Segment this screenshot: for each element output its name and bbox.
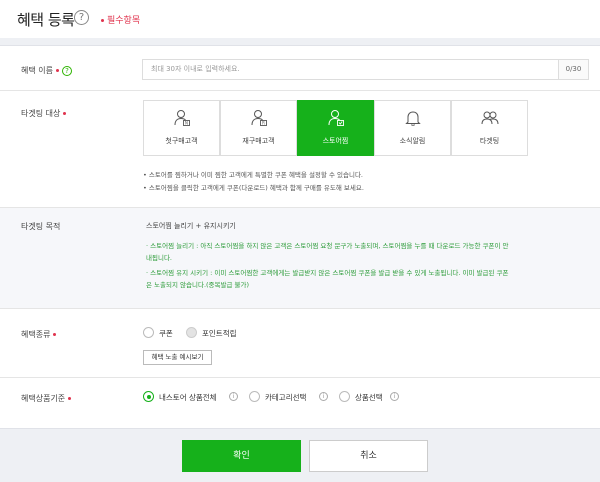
targeting-goal-line: 내됩니다. <box>146 254 172 262</box>
required-dot-icon <box>101 19 104 22</box>
required-dot-icon <box>63 112 67 115</box>
benefit-type-point-radio[interactable] <box>186 327 197 338</box>
targeting-note: • 스토어찜을 클릭한 고객에게 쿠폰(다운로드) 혜택과 함께 구매를 유도해… <box>143 184 364 192</box>
target-option-first-purchase[interactable]: N 첫구매고객 <box>143 100 220 156</box>
svg-text:R: R <box>262 121 265 126</box>
svg-text:N: N <box>185 121 188 126</box>
targeting-label: 타겟팅 대상 <box>21 108 67 119</box>
target-option-repurchase[interactable]: R 재구매고객 <box>220 100 297 156</box>
criteria-category-label: 카테고리선택 <box>265 393 307 402</box>
page-header: 혜택 등록 ? 필수항목 <box>0 0 600 38</box>
cancel-button[interactable]: 취소 <box>309 440 428 472</box>
product-criteria-label-text: 혜택상품기준 <box>21 394 66 403</box>
benefit-type-point-label: 포인트적립 <box>202 329 237 338</box>
confirm-button[interactable]: 확인 <box>182 440 301 472</box>
criteria-all-products-radio[interactable] <box>143 391 154 402</box>
criteria-all-products-label: 내스토어 상품전체 <box>159 393 217 402</box>
question-icon[interactable]: ? <box>61 65 72 76</box>
product-criteria-label: 혜택상품기준 <box>21 393 72 404</box>
targeting-goal-label: 타겟팅 목적 <box>21 222 61 231</box>
targeting-goal-line: · 스토어찜 늘리기 : 아직 스토어찜을 하지 않은 고객은 스토어찜 요청 … <box>146 242 509 250</box>
benefit-name-label: 혜택 이름? <box>21 65 72 76</box>
row-divider <box>0 377 600 378</box>
person-new-icon: N <box>174 110 190 126</box>
targeting-label-text: 타겟팅 대상 <box>21 109 61 118</box>
benefit-name-input[interactable]: 최대 30자 이내로 입력하세요. <box>142 59 559 80</box>
bell-icon <box>405 111 421 126</box>
benefit-type-coupon-radio[interactable] <box>143 327 154 338</box>
person-store-icon <box>328 110 344 126</box>
help-icon[interactable]: ? <box>74 10 89 25</box>
target-option-label: 소식알림 <box>399 137 426 145</box>
required-dot-icon <box>53 333 57 336</box>
target-option-targeting[interactable]: 타겟팅 <box>451 100 528 156</box>
target-option-label: 첫구매고객 <box>165 137 198 145</box>
page-title: 혜택 등록 <box>17 11 75 29</box>
criteria-product-label: 상품선택 <box>355 393 383 402</box>
criteria-product-radio[interactable] <box>339 391 350 402</box>
row-divider <box>0 90 600 91</box>
info-icon[interactable]: i <box>319 392 328 401</box>
criteria-category-radio[interactable] <box>249 391 260 402</box>
row-divider <box>0 308 600 309</box>
benefit-name-counter: 0/30 <box>559 59 589 80</box>
info-icon[interactable]: i <box>229 392 238 401</box>
benefit-type-label-text: 혜택종류 <box>21 330 51 339</box>
target-option-label: 스토어찜 <box>322 137 349 145</box>
target-option-label: 타겟팅 <box>479 137 500 145</box>
target-option-label: 재구매고객 <box>242 137 275 145</box>
target-option-news-alert[interactable]: 소식알림 <box>374 100 451 156</box>
target-option-store-favorite[interactable]: 스토어찜 <box>297 100 374 156</box>
targeting-goal-line: · 스토어찜 유지 시키기 : 이미 스토어찜한 고객에게는 발급받지 않은 스… <box>146 269 509 277</box>
benefit-preview-button[interactable]: 혜택 노출 예시보기 <box>143 350 212 365</box>
people-icon <box>481 111 499 125</box>
targeting-goal-title: 스토어찜 늘리기 + 유지시키기 <box>146 222 236 230</box>
targeting-goal-line: 은 노출되지 않습니다.(중복발급 불가) <box>146 281 250 289</box>
targeting-goal-section <box>0 208 600 308</box>
required-note: 필수항목 <box>101 13 140 26</box>
targeting-note: • 스토어를 찜하거나 이미 찜한 고객에게 특별한 쿠폰 혜택을 설정할 수 … <box>143 171 363 179</box>
required-note-text: 필수항목 <box>107 16 141 26</box>
header-divider-band <box>0 38 600 46</box>
benefit-type-label: 혜택종류 <box>21 329 57 340</box>
required-dot-icon <box>68 397 72 400</box>
info-icon[interactable]: i <box>390 392 399 401</box>
benefit-name-label-text: 혜택 이름 <box>21 66 53 75</box>
person-return-icon: R <box>251 110 267 126</box>
required-dot-icon <box>55 69 59 72</box>
benefit-type-coupon-label: 쿠폰 <box>159 329 173 338</box>
